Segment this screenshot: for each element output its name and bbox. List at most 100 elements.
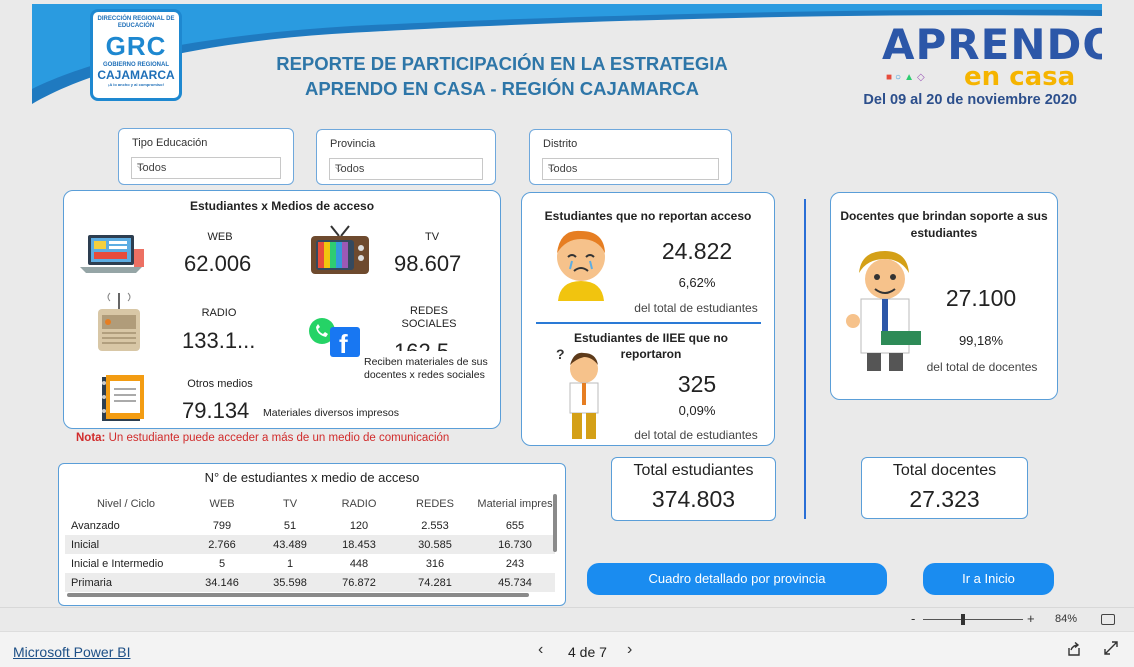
distrito-dropdown[interactable]: Todos ⌵ bbox=[542, 158, 719, 180]
table-cell: Inicial bbox=[65, 535, 187, 554]
media-card-title: Estudiantes x Medios de acceso bbox=[189, 199, 375, 213]
detail-by-province-button[interactable]: Cuadro detallado por provincia bbox=[587, 563, 887, 595]
teachers-pct: 99,18% bbox=[958, 333, 1004, 348]
web-value: 62.006 bbox=[184, 251, 252, 276]
title-line2: APRENDO EN CASA - REGIÓN CAJAMARCA bbox=[304, 78, 699, 99]
table-row: Inicial 2.766 43.489 18.453 30.585 16.73… bbox=[65, 535, 555, 554]
slicer-provincia[interactable]: Provincia Todos ⌵ bbox=[316, 129, 496, 185]
logo-mark: GRC bbox=[105, 31, 167, 61]
teachers-sub: del total de docentes bbox=[926, 360, 1038, 374]
tv-label: TV bbox=[424, 231, 440, 243]
table-cell: 43.489 bbox=[257, 535, 323, 554]
chevron-down-icon: ⌵ bbox=[137, 161, 146, 173]
fit-to-page-icon[interactable] bbox=[1101, 614, 1115, 625]
table-cell: 5 bbox=[218, 557, 226, 570]
logo-tagline: ¡A lo ancho y al compromiso! bbox=[108, 82, 164, 87]
laptop-icon bbox=[80, 235, 144, 273]
svg-text:f: f bbox=[339, 329, 348, 357]
slicer-label: Provincia bbox=[330, 138, 376, 150]
total-teachers-value: 27.323 bbox=[909, 486, 980, 512]
tv-value: 98.607 bbox=[394, 251, 462, 276]
teacher-icon bbox=[846, 251, 921, 371]
horizontal-scrollbar[interactable] bbox=[67, 593, 529, 597]
col-header[interactable]: TV bbox=[257, 492, 323, 516]
radio-value: 133.1... bbox=[182, 328, 256, 353]
table-cell: 74.281 bbox=[395, 573, 475, 592]
table-row: Primaria 34.146 35.598 76.872 74.281 45.… bbox=[65, 573, 555, 592]
radio-label: RADIO bbox=[201, 307, 237, 319]
tv-icon bbox=[311, 225, 369, 274]
nota-prefix: Nota: bbox=[76, 432, 106, 444]
iiee-sub: del total de estudiantes bbox=[634, 428, 758, 442]
chevron-down-icon: ⌵ bbox=[548, 162, 557, 174]
vertical-divider bbox=[804, 199, 806, 519]
books-icon bbox=[102, 375, 144, 421]
teachers-support-card: Docentes que brindan soporte a sus estud… bbox=[830, 192, 1058, 400]
table-cell: 2.766 bbox=[187, 535, 257, 554]
slicer-tipo-educacion[interactable]: Tipo Educación Todos ⌵ bbox=[118, 128, 294, 185]
logo-line1: DIRECCIÓN REGIONAL DE EDUCACIÓN bbox=[97, 16, 175, 29]
other-note: Materiales diversos impresos bbox=[263, 407, 399, 419]
date-range: Del 09 al 20 de noviembre 2020 bbox=[863, 92, 1077, 108]
col-header[interactable]: WEB bbox=[187, 492, 257, 516]
web-label: WEB bbox=[207, 231, 233, 243]
power-bi-link[interactable]: Microsoft Power BI bbox=[13, 644, 130, 660]
no-access-sub: del total de estudiantes bbox=[634, 301, 758, 315]
logo-line3: CAJAMARCA bbox=[97, 68, 175, 82]
col-header[interactable]: RADIO bbox=[323, 492, 395, 516]
social-note: Reciben materiales de sus docentes x red… bbox=[364, 356, 488, 381]
zoom-slider-thumb[interactable] bbox=[961, 614, 965, 625]
table-cell: 799 bbox=[212, 519, 232, 532]
slicer-label: Distrito bbox=[543, 138, 578, 150]
table-cell: 34.146 bbox=[187, 573, 257, 592]
prev-page-button[interactable]: ‹ bbox=[538, 641, 543, 659]
social-value-clip: 162.5 bbox=[394, 339, 474, 351]
slicer-distrito[interactable]: Distrito Todos ⌵ bbox=[529, 129, 732, 185]
nota-body: Un estudiante puede acceder a más de un … bbox=[105, 432, 450, 444]
share-icon[interactable] bbox=[1067, 642, 1081, 656]
col-header[interactable]: Nivel / Ciclo bbox=[65, 492, 187, 516]
zoom-in-button[interactable]: + bbox=[1027, 611, 1035, 626]
table-cell: 655 bbox=[505, 519, 525, 532]
go-home-button[interactable]: Ir a Inicio bbox=[923, 563, 1054, 595]
nota-text: Nota: Un estudiante puede acceder a más … bbox=[76, 432, 449, 444]
zoom-level: 84% bbox=[1055, 613, 1078, 625]
provincia-dropdown[interactable]: Todos ⌵ bbox=[329, 158, 483, 180]
drec-logo: DIRECCIÓN REGIONAL DE EDUCACIÓN GRC GOBI… bbox=[90, 9, 182, 101]
col-header[interactable]: REDES bbox=[395, 492, 475, 516]
iiee-pct: 0,09% bbox=[678, 403, 716, 418]
social-media-icon: f bbox=[309, 318, 360, 357]
table-cell: 16.730 bbox=[475, 535, 555, 554]
media-table: Nivel / Ciclo WEB TV RADIO REDES Materia… bbox=[65, 492, 555, 592]
col-header[interactable]: Material impres bbox=[475, 492, 555, 516]
aprendo-en-casa-logo: APRENDO ■○▲◇ en casa bbox=[882, 20, 1102, 93]
zoom-bar: - + 84% bbox=[0, 607, 1134, 631]
table-row: Avanzado 799 51 120 2.553 655 bbox=[65, 516, 555, 535]
teachers-title: Docentes que brindan soporte a sus estud… bbox=[840, 209, 1048, 240]
next-page-button[interactable]: › bbox=[627, 641, 632, 659]
brand-line1: APRENDO bbox=[882, 20, 1102, 69]
no-access-title: Estudiantes que no reportan acceso bbox=[544, 209, 752, 223]
fullscreen-icon[interactable] bbox=[1104, 641, 1118, 655]
table-cell: 448 bbox=[349, 557, 369, 570]
brand-line2: en casa bbox=[964, 62, 1076, 92]
total-teachers-card: Total docentes 27.323 bbox=[861, 457, 1028, 519]
table-cell: 45.734 bbox=[475, 573, 555, 592]
report-canvas: DIRECCIÓN REGIONAL DE EDUCACIÓN GRC GOBI… bbox=[32, 4, 1102, 607]
table-cell: 18.453 bbox=[323, 535, 395, 554]
zoom-slider-track[interactable] bbox=[923, 619, 1023, 620]
tipo-educacion-dropdown[interactable]: Todos ⌵ bbox=[131, 157, 281, 179]
other-value: 79.134 bbox=[182, 398, 250, 423]
table-cell: Avanzado bbox=[71, 519, 120, 532]
svg-text:?: ? bbox=[556, 346, 565, 362]
media-access-card: Estudiantes x Medios de acceso WEB 62.00… bbox=[63, 190, 501, 429]
students-by-media-table: N° de estudiantes x medio de acceso Nive… bbox=[58, 463, 566, 606]
table-title: N° de estudiantes x medio de acceso bbox=[204, 470, 420, 485]
zoom-out-button[interactable]: - bbox=[911, 611, 915, 626]
table-cell: 51 bbox=[283, 519, 297, 532]
table-cell: 120 bbox=[349, 519, 369, 532]
table-cell: 1 bbox=[286, 557, 294, 570]
vertical-scrollbar[interactable] bbox=[553, 494, 557, 552]
table-row: Inicial e Intermedio 5 1 448 316 243 bbox=[65, 554, 555, 573]
no-access-value: 24.822 bbox=[661, 238, 733, 264]
